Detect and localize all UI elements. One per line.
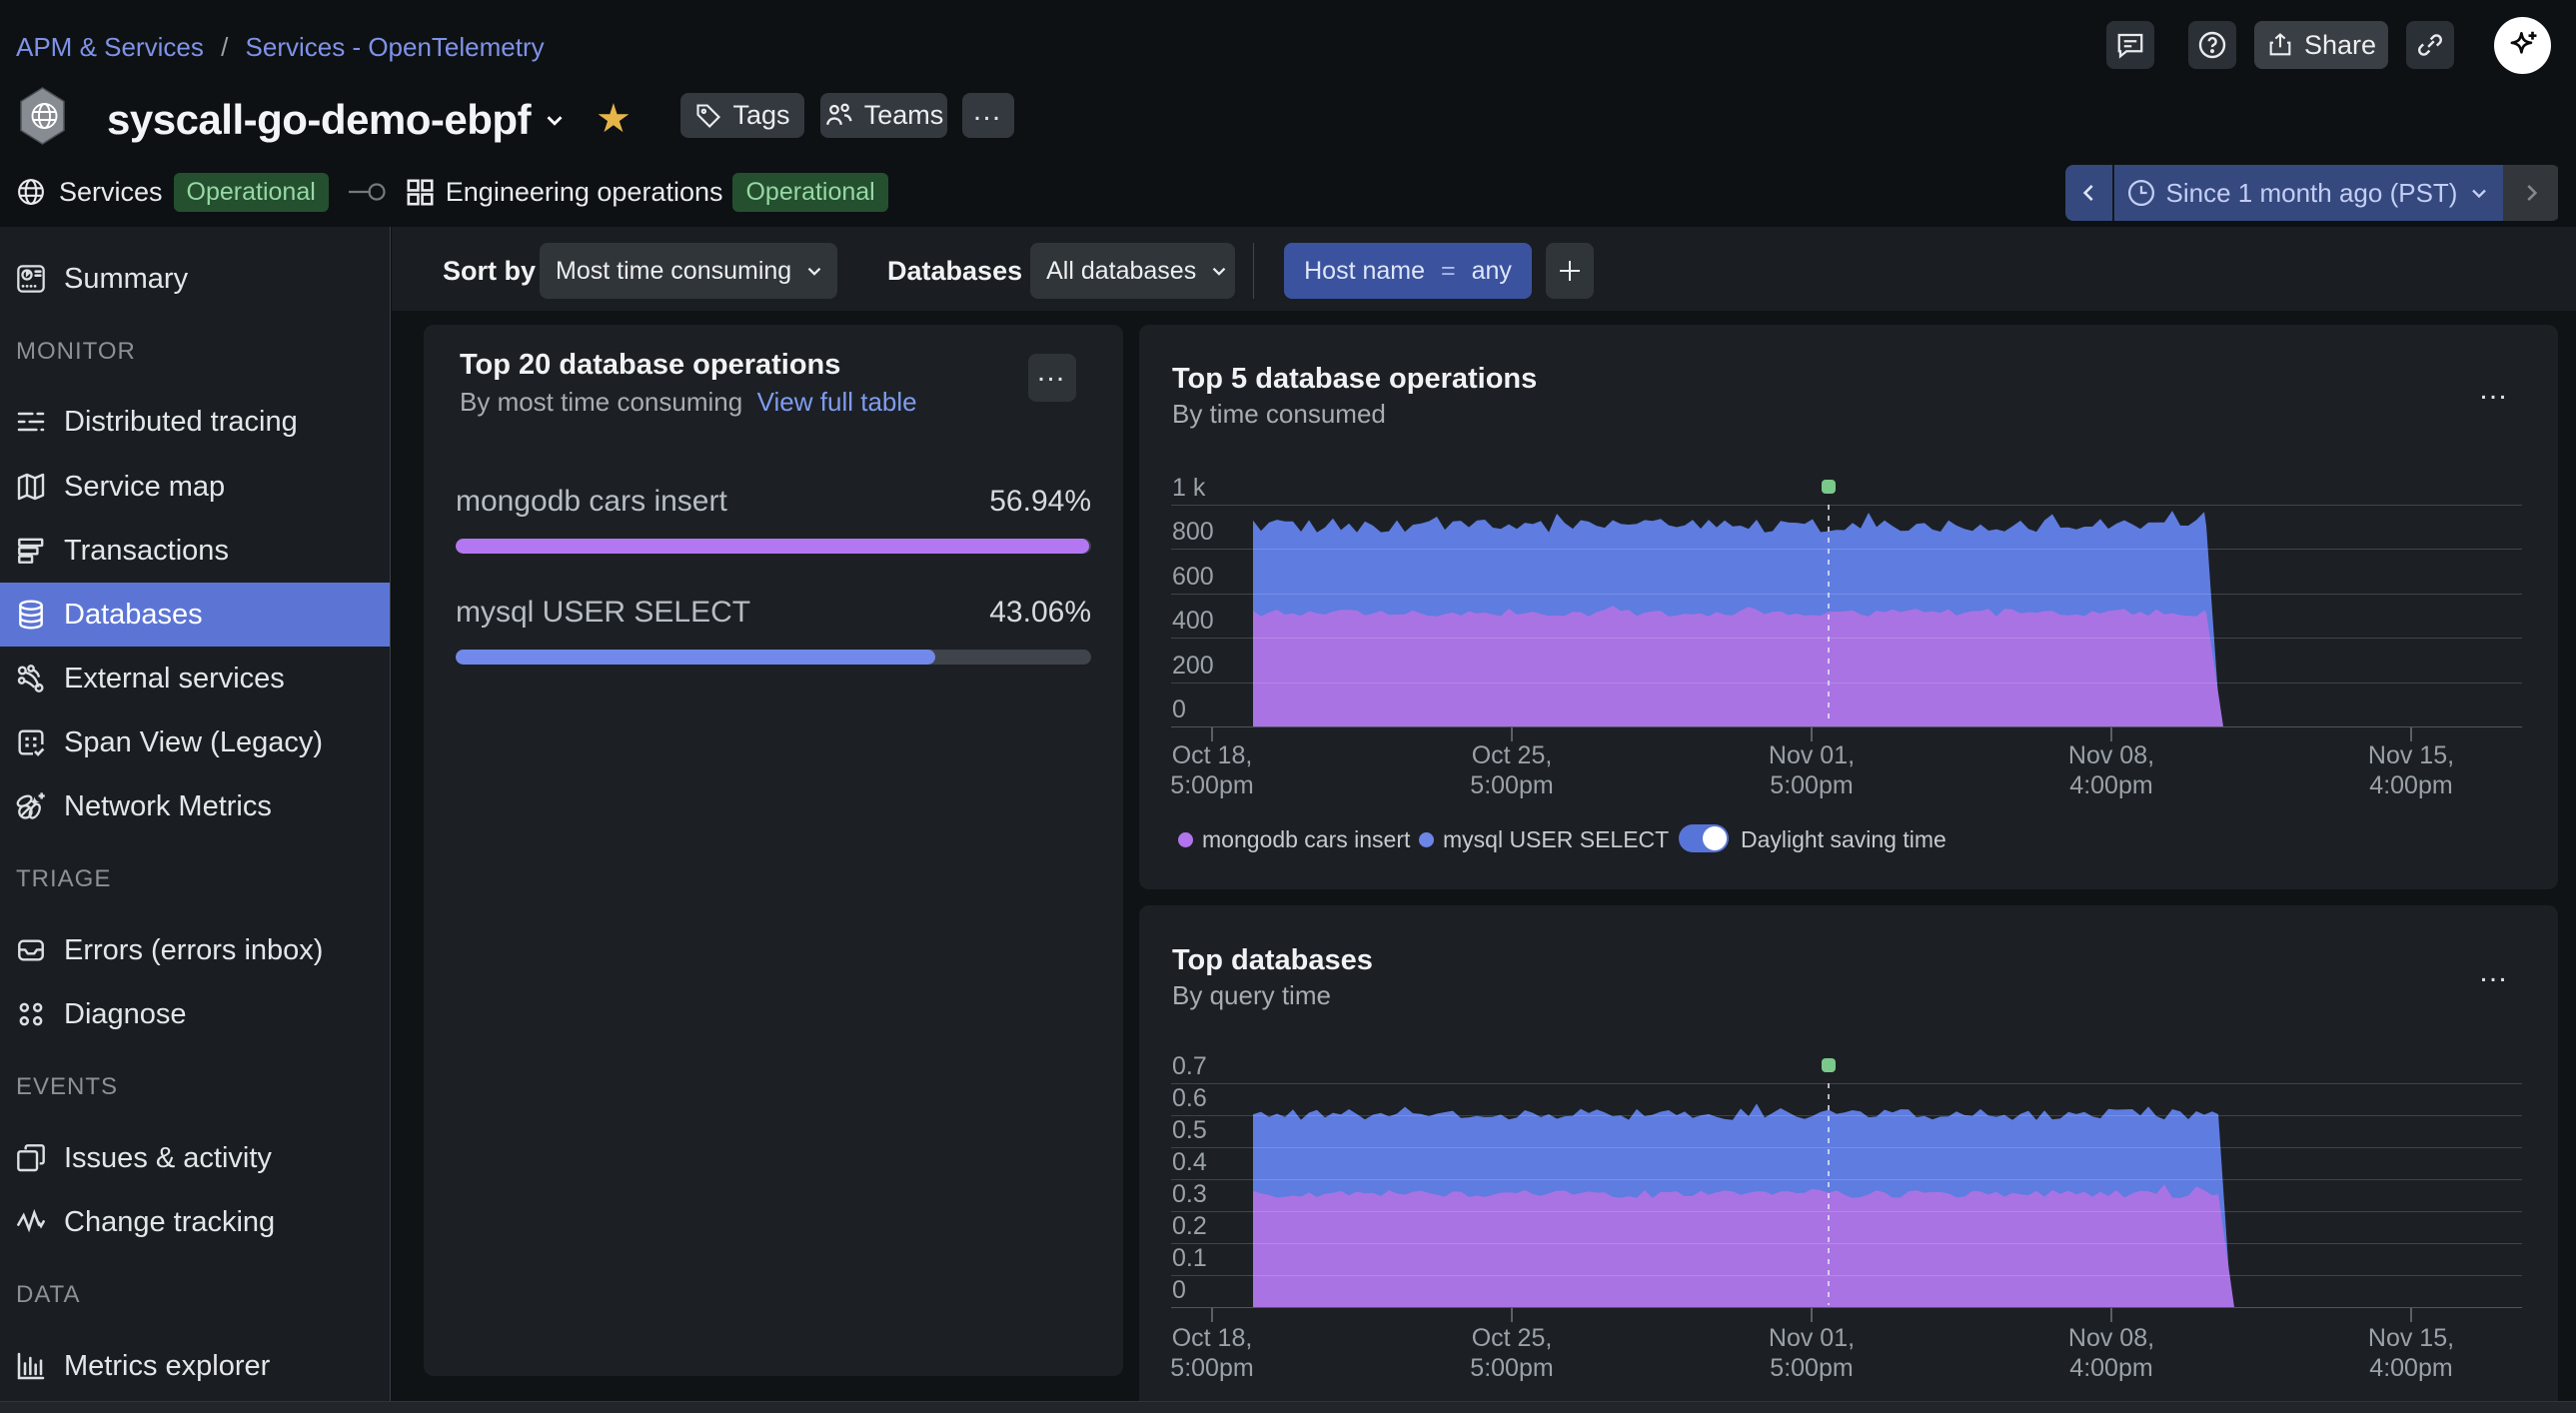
svg-text:1 k: 1 k	[1172, 474, 1206, 502]
svg-text:4:00pm: 4:00pm	[2369, 771, 2452, 799]
svg-text:Oct 25,: Oct 25,	[1472, 741, 1553, 769]
svg-text:0.3: 0.3	[1172, 1180, 1207, 1208]
svg-text:5:00pm: 5:00pm	[1770, 1354, 1853, 1382]
svg-text:0.1: 0.1	[1172, 1244, 1207, 1272]
svg-text:0.6: 0.6	[1172, 1084, 1207, 1112]
svg-text:Nov 08,: Nov 08,	[2068, 741, 2154, 769]
svg-text:0: 0	[1172, 696, 1186, 723]
svg-text:4:00pm: 4:00pm	[2069, 1354, 2152, 1382]
svg-text:5:00pm: 5:00pm	[1470, 771, 1553, 799]
svg-text:Nov 01,: Nov 01,	[1769, 1324, 1855, 1352]
svg-text:5:00pm: 5:00pm	[1770, 771, 1853, 799]
svg-text:Nov 15,: Nov 15,	[2368, 741, 2454, 769]
svg-text:Nov 08,: Nov 08,	[2068, 1324, 2154, 1352]
svg-text:Oct 18,: Oct 18,	[1172, 1324, 1253, 1352]
svg-text:0.5: 0.5	[1172, 1116, 1207, 1144]
svg-text:5:00pm: 5:00pm	[1470, 1354, 1553, 1382]
svg-text:Nov 15,: Nov 15,	[2368, 1324, 2454, 1352]
svg-text:Nov 01,: Nov 01,	[1769, 741, 1855, 769]
svg-text:400: 400	[1172, 607, 1214, 635]
svg-text:Oct 25,: Oct 25,	[1472, 1324, 1553, 1352]
svg-text:0.2: 0.2	[1172, 1212, 1207, 1240]
svg-text:600: 600	[1172, 563, 1214, 591]
svg-text:0.4: 0.4	[1172, 1148, 1207, 1176]
svg-text:5:00pm: 5:00pm	[1170, 771, 1253, 799]
svg-text:4:00pm: 4:00pm	[2069, 771, 2152, 799]
svg-text:200: 200	[1172, 652, 1214, 680]
svg-text:Oct 18,: Oct 18,	[1172, 741, 1253, 769]
svg-text:800: 800	[1172, 518, 1214, 546]
svg-text:5:00pm: 5:00pm	[1170, 1354, 1253, 1382]
svg-text:0.7: 0.7	[1172, 1052, 1207, 1080]
svg-text:4:00pm: 4:00pm	[2369, 1354, 2452, 1382]
svg-text:0: 0	[1172, 1276, 1186, 1304]
